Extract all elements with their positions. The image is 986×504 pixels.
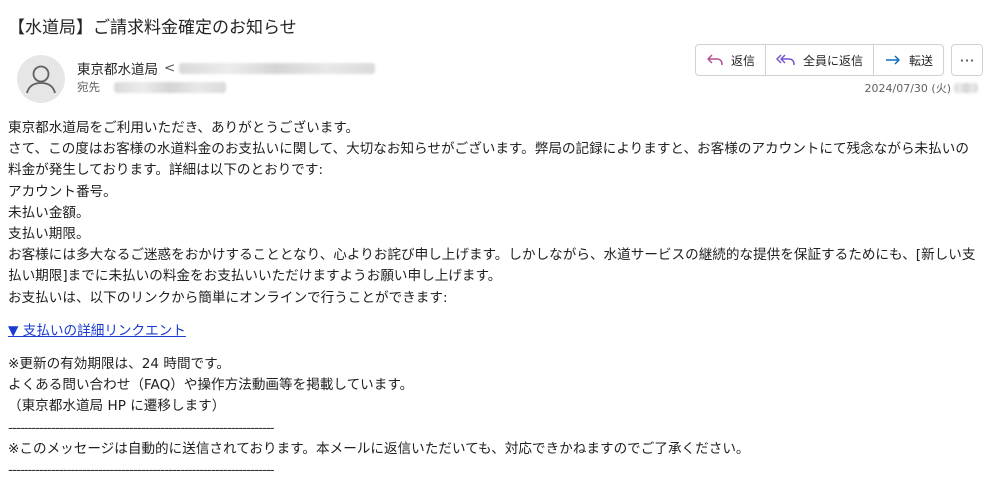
reply-all-icon [776, 54, 795, 65]
email-body: 東京都水道局をご利用いただき、ありがとうございます。 さて、この度はお客様の水道… [8, 118, 978, 481]
sender-avatar[interactable] [17, 55, 65, 103]
forward-label: 転送 [909, 53, 934, 68]
forward-arrow-icon [886, 55, 900, 65]
recipient-line: 宛先 [77, 79, 226, 95]
body-hp-note: （東京都水道局 HP に遷移します） [8, 398, 226, 415]
body-due-date: 支払い期限。 [8, 226, 90, 243]
more-actions-button[interactable]: ··· [951, 44, 983, 76]
email-subject: 【水道局】ご請求料金確定のお知らせ [8, 18, 297, 38]
body-unpaid-amount: 未払い金額。 [8, 204, 90, 221]
reply-icon [707, 54, 723, 65]
body-auto-message: ※このメッセージは自動的に送信されております。本メールに返信いただいても、対応で… [8, 440, 750, 457]
reply-all-button[interactable]: 全員に返信 [766, 45, 875, 75]
body-paragraph-notice: さて、この度はお客様の水道料金のお支払いに関して、大切なお知らせがございます。弊… [8, 141, 969, 179]
to-label: 宛先 [77, 80, 100, 94]
body-payment-instruction: お支払いは、以下のリンクから簡単にオンラインで行うことができます: [8, 289, 448, 306]
reply-all-label: 全員に返信 [803, 53, 864, 68]
sender-line: 東京都水道局 < [77, 58, 376, 78]
sender-address-bracket: < [164, 60, 176, 76]
body-expiry-note: ※更新の有効期限は、24 時間です。 [8, 356, 230, 373]
separator-line: ----------------------------------------… [8, 419, 275, 436]
separator-line: ----------------------------------------… [8, 462, 275, 479]
more-icon: ··· [959, 50, 975, 70]
message-actions: 返信 全員に返信 転送 [695, 44, 945, 76]
body-account-number: アカウント番号。 [8, 183, 117, 200]
redacted-sender-address [179, 62, 376, 74]
body-paragraph-apology: お客様には多大なるご迷惑をおかけすることとなり、心よりお詫び申し上げます。しかし… [8, 247, 976, 285]
body-greeting: 東京都水道局をご利用いただき、ありがとうございます。 [8, 120, 360, 136]
redacted-time [954, 83, 978, 93]
sent-date: 2024/07/30 (火) [865, 80, 978, 96]
reply-button[interactable]: 返信 [696, 45, 767, 75]
body-faq-note: よくある問い合わせ（FAQ）や操作方法動画等を掲載しています。 [8, 377, 414, 394]
reply-label: 返信 [731, 53, 756, 68]
sent-date-text: 2024/07/30 (火) [864, 82, 951, 95]
sender-name[interactable]: 東京都水道局 [77, 58, 158, 78]
person-icon [26, 65, 56, 94]
forward-button[interactable]: 転送 [874, 45, 943, 75]
redacted-recipient [114, 81, 226, 93]
payment-details-link[interactable]: ▼ 支払いの詳細リンクエント [8, 323, 186, 339]
